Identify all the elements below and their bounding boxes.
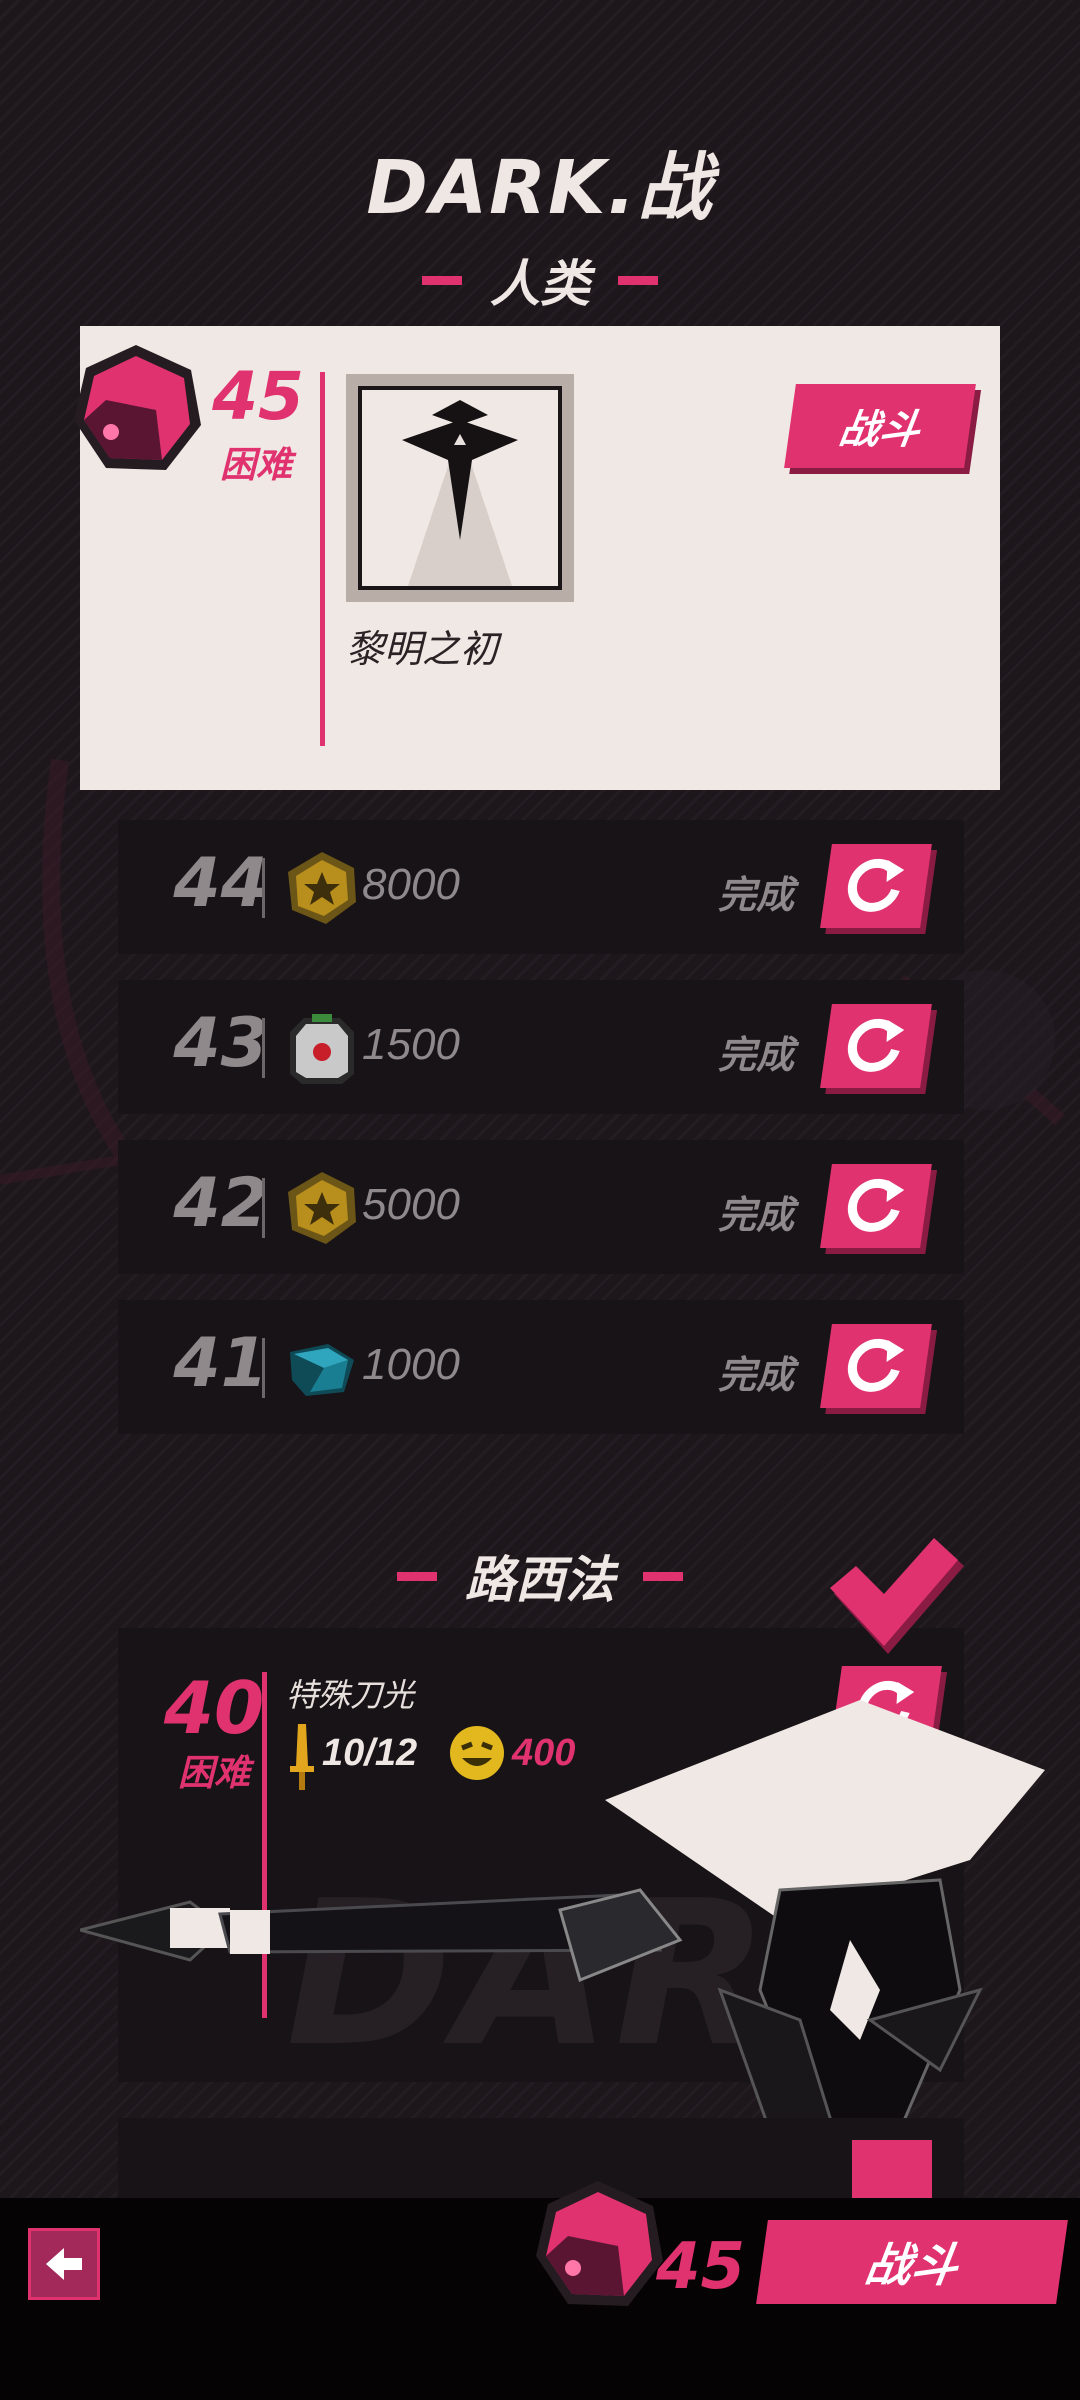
replay-button[interactable]: [820, 844, 932, 928]
reward-frame: [346, 374, 574, 602]
stage-level: 41: [173, 1324, 268, 1403]
completed-stage-row: 43 1500 完成: [118, 980, 964, 1114]
card-divider: [320, 372, 325, 746]
reward-name: 黎明之初: [346, 627, 499, 671]
header-dash: [422, 275, 462, 285]
checkmark-icon: [830, 1538, 964, 1654]
section-title: 人类: [490, 255, 590, 313]
reward-amount: 1000: [362, 1340, 460, 1389]
gold-coin-icon: [288, 1172, 356, 1244]
lucifer-sword-art: [80, 1700, 1045, 2162]
replay-button[interactable]: [820, 1004, 932, 1088]
completion-status: 完成: [718, 1353, 795, 1397]
completion-status: 完成: [718, 1193, 795, 1237]
row-separator: [262, 1178, 265, 1238]
replay-icon: [847, 1018, 905, 1072]
dawn-emblem-icon: [402, 400, 518, 586]
completed-stage-row: 44 8000 完成: [118, 820, 964, 954]
completion-status: 完成: [718, 873, 795, 917]
character-emblem-icon: [536, 2181, 663, 2306]
header-dash: [397, 1571, 437, 1581]
next-replay-button[interactable]: [852, 2140, 932, 2198]
fight-button[interactable]: 战斗: [784, 384, 976, 468]
replay-button[interactable]: [820, 1324, 932, 1408]
row-separator: [262, 858, 265, 918]
completion-status: 完成: [718, 1033, 795, 1077]
robot-head-icon: [290, 1014, 354, 1084]
row-separator: [262, 1338, 265, 1398]
back-arrow-icon: [46, 2248, 82, 2280]
blue-gem-icon: [290, 1344, 354, 1396]
row-separator: [262, 1018, 265, 1078]
replay-icon: [847, 1338, 905, 1392]
bottom-fight-button[interactable]: 战斗: [756, 2220, 1068, 2304]
back-button[interactable]: [28, 2228, 100, 2300]
current-difficulty: 困难: [219, 445, 292, 486]
stage-level: 43: [173, 1004, 268, 1083]
replay-button[interactable]: [820, 1164, 932, 1248]
completed-stage-row: 41 1000 完成: [118, 1300, 964, 1434]
replay-icon: [847, 1178, 905, 1232]
selected-level: 45: [656, 2230, 746, 2304]
header-dash: [643, 1571, 683, 1581]
reward-amount: 8000: [362, 860, 460, 909]
game-title: DARK.战: [366, 145, 714, 231]
section-title: 路西法: [465, 1551, 615, 1609]
header-dash: [618, 275, 658, 285]
stage-level: 44: [173, 844, 268, 923]
section-header-human: 人类: [0, 244, 1080, 316]
reward-amount: 5000: [362, 1180, 460, 1229]
reward-amount: 1500: [362, 1020, 460, 1069]
stage-level: 42: [173, 1164, 268, 1243]
bottom-action-bar: 45 战斗: [0, 2181, 1080, 2400]
gold-coin-icon: [288, 852, 356, 924]
reward-image: [358, 386, 562, 590]
character-emblem-icon: [74, 345, 201, 470]
completed-stage-row: 42 5000 完成: [118, 1140, 964, 1274]
replay-icon: [847, 858, 905, 912]
current-level-number: 45: [212, 358, 304, 435]
